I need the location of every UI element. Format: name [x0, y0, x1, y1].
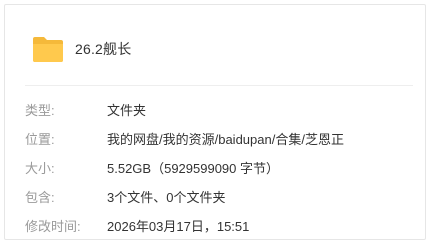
modified-label: 修改时间:	[25, 219, 81, 234]
location-label: 位置:	[25, 132, 55, 147]
folder-title: 26.2舰长	[75, 41, 132, 57]
size-value: 5.52GB（5929599090 字节）	[107, 161, 279, 176]
contains-value: 3个文件、0个文件夹	[107, 190, 226, 205]
location-value: 我的网盘/我的资源/baidupan/合集/芝恩正	[107, 132, 344, 147]
property-row-contains: 包含: 3个文件、0个文件夹	[25, 182, 415, 211]
type-value: 文件夹	[107, 103, 147, 118]
property-list: 类型: 文件夹 位置: 我的网盘/我的资源/baidupan/合集/芝恩正 大小…	[25, 95, 415, 240]
property-row-type: 类型: 文件夹	[25, 95, 415, 124]
properties-panel: 26.2舰长 类型: 文件夹 位置: 我的网盘/我的资源/baidupan/合集…	[4, 4, 426, 240]
type-label: 类型:	[25, 103, 55, 118]
panel-header: 26.2舰长	[31, 31, 131, 67]
property-row-modified: 修改时间: 2026年03月17日，15:51	[25, 211, 415, 240]
contains-label: 包含:	[25, 190, 55, 205]
property-row-location: 位置: 我的网盘/我的资源/baidupan/合集/芝恩正	[25, 124, 415, 153]
divider	[25, 85, 413, 86]
modified-value: 2026年03月17日，15:51	[107, 219, 250, 234]
size-label: 大小:	[25, 161, 55, 176]
folder-icon	[31, 35, 65, 63]
property-row-size: 大小: 5.52GB（5929599090 字节）	[25, 153, 415, 182]
